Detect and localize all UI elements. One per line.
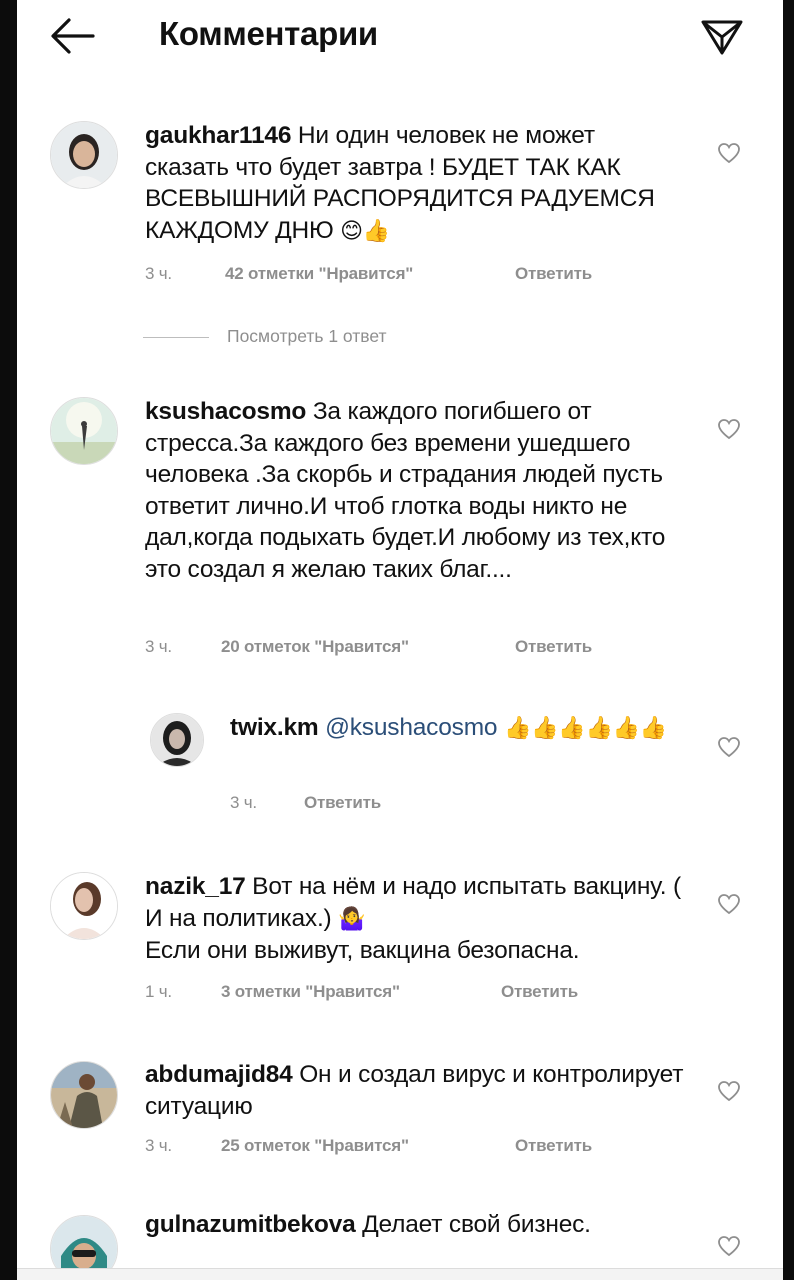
comment-body: twix.km @ksushacosmo 👍👍👍👍👍👍 bbox=[230, 712, 680, 745]
comment-likes[interactable]: 3 отметки "Нравится" bbox=[221, 982, 501, 1002]
like-button[interactable] bbox=[717, 1235, 741, 1257]
comment-emoji: 😊👍 bbox=[340, 218, 391, 244]
comment-time: 3 ч. bbox=[145, 637, 172, 656]
avatar[interactable] bbox=[150, 713, 204, 767]
like-button[interactable] bbox=[717, 1080, 741, 1102]
comment-username[interactable]: gulnazumitbekova bbox=[145, 1211, 356, 1238]
heart-icon bbox=[718, 1081, 740, 1102]
heart-icon bbox=[718, 894, 740, 915]
like-button[interactable] bbox=[717, 418, 741, 440]
comment-body: nazik_17 Вот на нём и надо испытать вакц… bbox=[145, 871, 685, 967]
comment-username[interactable]: abdumajid84 bbox=[145, 1061, 293, 1088]
heart-icon bbox=[718, 1236, 740, 1257]
comment-likes[interactable]: 25 отметок "Нравится" bbox=[221, 1136, 515, 1156]
like-button[interactable] bbox=[717, 736, 741, 758]
heart-icon bbox=[718, 143, 740, 164]
comment-input-bar[interactable] bbox=[17, 1268, 783, 1280]
reply-button[interactable]: Ответить bbox=[515, 264, 592, 284]
paper-plane-icon bbox=[701, 20, 743, 55]
avatar[interactable] bbox=[50, 1061, 118, 1129]
mention-link[interactable]: @ksushacosmo bbox=[325, 714, 497, 741]
comment-meta: 3 ч. 42 отметки "Нравится" Ответить bbox=[145, 264, 592, 284]
back-button[interactable] bbox=[47, 14, 97, 58]
comment-username[interactable]: ksushacosmo bbox=[145, 398, 306, 425]
comment-username[interactable]: twix.km bbox=[230, 714, 319, 741]
heart-icon bbox=[718, 737, 740, 758]
like-button[interactable] bbox=[717, 893, 741, 915]
reply-button[interactable]: Ответить bbox=[515, 637, 592, 657]
comment-likes[interactable]: 20 отметок "Нравится" bbox=[221, 637, 515, 657]
avatar[interactable] bbox=[50, 121, 118, 189]
share-button[interactable] bbox=[699, 12, 745, 58]
comment-time: 3 ч. bbox=[145, 264, 172, 283]
comment-username[interactable]: nazik_17 bbox=[145, 873, 246, 900]
comments-screen: Комментарии gaukhar1146 Ни один человек … bbox=[17, 0, 783, 1280]
like-button[interactable] bbox=[717, 142, 741, 164]
comment-body: ksushacosmo За каждого погибшего от стре… bbox=[145, 396, 685, 585]
comment-time: 1 ч. bbox=[145, 982, 172, 1001]
comment-body: abdumajid84 Он и создал вирус и контроли… bbox=[145, 1059, 685, 1122]
comment-text: За каждого погибшего от стресса.За каждо… bbox=[145, 398, 666, 583]
comment-username[interactable]: gaukhar1146 bbox=[145, 122, 291, 149]
comment-meta: 1 ч. 3 отметки "Нравится" Ответить bbox=[145, 982, 578, 1002]
avatar[interactable] bbox=[50, 397, 118, 465]
comment-meta: 3 ч. 20 отметок "Нравится" Ответить bbox=[145, 637, 592, 657]
comment-time: 3 ч. bbox=[230, 793, 257, 812]
view-replies-button[interactable]: Посмотреть 1 ответ bbox=[143, 326, 387, 347]
page-title: Комментарии bbox=[159, 15, 378, 52]
arrow-left-icon bbox=[51, 18, 95, 54]
view-replies-label: Посмотреть 1 ответ bbox=[227, 326, 387, 346]
comment-body: gaukhar1146 Ни один человек не может ска… bbox=[145, 120, 685, 247]
comment-emoji: 🤷‍♀️ bbox=[338, 906, 366, 932]
divider bbox=[143, 336, 209, 338]
top-bar: Комментарии bbox=[17, 0, 783, 72]
comment-text: Делает свой бизнес. bbox=[362, 1211, 591, 1238]
reply-button[interactable]: Ответить bbox=[515, 1136, 592, 1156]
comment-emoji: 👍👍👍👍👍👍 bbox=[503, 716, 668, 741]
comment-text-line2: Если они выживут, вакцина безопасна. bbox=[145, 937, 580, 964]
comment-body: gulnazumitbekova Делает свой бизнес. bbox=[145, 1209, 685, 1241]
reply-button[interactable]: Ответить bbox=[501, 982, 578, 1002]
comment-time: 3 ч. bbox=[145, 1136, 172, 1155]
heart-icon bbox=[718, 419, 740, 440]
comment-likes[interactable]: 42 отметки "Нравится" bbox=[225, 264, 515, 284]
avatar[interactable] bbox=[50, 872, 118, 940]
comment-meta: 3 ч. 25 отметок "Нравится" Ответить bbox=[145, 1136, 592, 1156]
comment-meta: 3 ч. Ответить bbox=[230, 793, 381, 813]
reply-button[interactable]: Ответить bbox=[304, 793, 381, 813]
